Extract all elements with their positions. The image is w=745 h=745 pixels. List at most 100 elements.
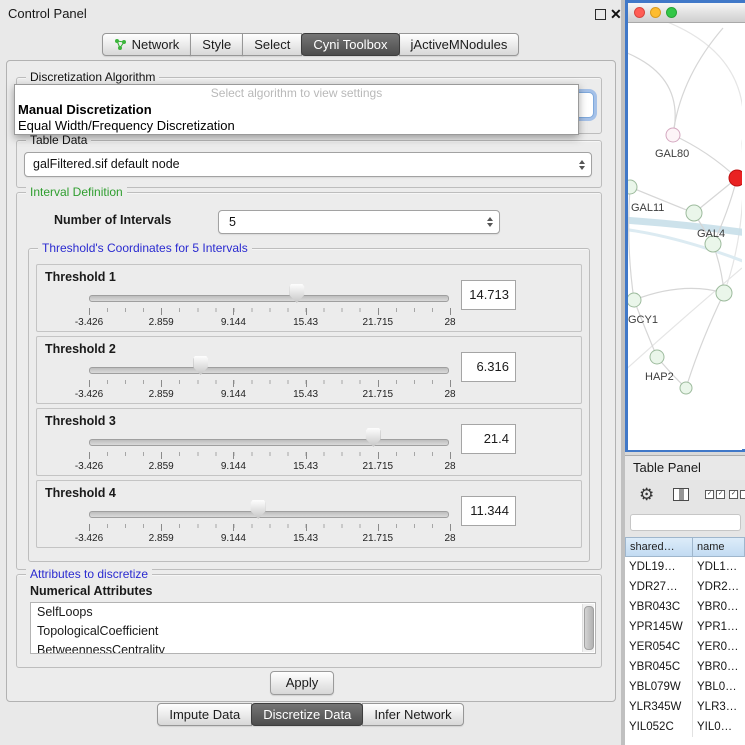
- threshold-4-slider[interactable]: [89, 497, 449, 521]
- table-row[interactable]: YPR145WYPR1…: [625, 617, 745, 637]
- network-node[interactable]: [680, 382, 692, 394]
- table-cell: YER054C: [625, 637, 693, 657]
- network-node-red[interactable]: [729, 170, 742, 186]
- table-cell: YBL079W: [625, 677, 693, 697]
- table-cell: YBL0…: [693, 677, 745, 697]
- network-node[interactable]: [650, 350, 664, 364]
- slider-thumb[interactable]: [289, 284, 304, 303]
- column-header-name[interactable]: name: [693, 537, 745, 557]
- tab-infer-network[interactable]: Infer Network: [362, 703, 463, 726]
- tab-discretize-data[interactable]: Discretize Data: [251, 703, 363, 726]
- tab-style[interactable]: Style: [190, 33, 243, 56]
- select-all-columns-icon[interactable]: [705, 490, 725, 499]
- tab-impute-data[interactable]: Impute Data: [157, 703, 252, 726]
- table-row[interactable]: YDL19…YDL1…: [625, 557, 745, 577]
- table-row[interactable]: YER054CYER0…: [625, 637, 745, 657]
- major-tick: [450, 524, 451, 531]
- slider-thumb[interactable]: [251, 500, 266, 519]
- gear-icon[interactable]: ⚙: [639, 482, 654, 508]
- close-panel-icon[interactable]: ✕: [610, 5, 622, 23]
- dropdown-option-manual-discretization[interactable]: Manual Discretization: [15, 102, 578, 118]
- thresholds-group-title: Threshold's Coordinates for 5 Intervals: [38, 241, 252, 255]
- slider-thumb[interactable]: [193, 356, 208, 375]
- tick-label: 9.144: [221, 533, 246, 544]
- network-node[interactable]: [628, 293, 641, 307]
- major-tick: [378, 524, 379, 531]
- table-row[interactable]: YLR345WYLR3…: [625, 697, 745, 717]
- slider-thumb[interactable]: [366, 428, 381, 447]
- numerical-attributes-label: Numerical Attributes: [30, 584, 152, 598]
- tick-label: 28: [444, 389, 455, 400]
- zoom-window-icon[interactable]: [666, 7, 677, 18]
- dropdown-option-equal-width-frequency[interactable]: Equal Width/Frequency Discretization: [15, 118, 578, 134]
- unselect-all-columns-icon[interactable]: [729, 490, 745, 499]
- major-tick: [161, 452, 162, 459]
- attribute-item[interactable]: SelfLoops: [31, 603, 595, 622]
- discretization-algorithm-title: Discretization Algorithm: [26, 70, 159, 84]
- table-row[interactable]: YDR27…YDR2…: [625, 577, 745, 597]
- threshold-4-value-field[interactable]: 11.344: [461, 496, 516, 526]
- table-cell: YBR045C: [625, 657, 693, 677]
- major-tick: [450, 308, 451, 315]
- scrollbar-thumb[interactable]: [584, 606, 594, 650]
- threshold-2-slider[interactable]: [89, 353, 449, 377]
- tab-network[interactable]: Network: [102, 33, 192, 56]
- numerical-attributes-list[interactable]: SelfLoopsTopologicalCoefficientBetweenne…: [30, 602, 596, 654]
- bottom-tabbar: Impute Data Discretize Data Infer Networ…: [0, 703, 621, 726]
- minimize-window-icon[interactable]: [650, 7, 661, 18]
- tab-select[interactable]: Select: [242, 33, 302, 56]
- major-tick: [161, 308, 162, 315]
- threshold-2-value-field[interactable]: 6.316: [461, 352, 516, 382]
- major-tick: [89, 524, 90, 531]
- table-row[interactable]: YBR043CYBR0…: [625, 597, 745, 617]
- tab-label: Infer Network: [374, 704, 451, 725]
- network-node[interactable]: [628, 180, 637, 194]
- tick-label: 2.859: [149, 461, 174, 472]
- table-row[interactable]: YBR045CYBR0…: [625, 657, 745, 677]
- intervals-select[interactable]: 5: [218, 210, 500, 234]
- tick-label: 21.715: [363, 317, 394, 328]
- attribute-item[interactable]: TopologicalCoefficient: [31, 622, 595, 641]
- table-data-title: Table Data: [26, 133, 91, 147]
- major-tick: [89, 380, 90, 387]
- table-cell: YLR345W: [625, 697, 693, 717]
- table-panel: ⚙ shared… name YDL19…YDL1…YDR27…YDR2…YBR…: [625, 480, 745, 745]
- network-node[interactable]: [716, 285, 732, 301]
- node-label: HAP2: [645, 371, 674, 383]
- columns-icon[interactable]: [673, 488, 689, 501]
- slider-ticks: [89, 380, 450, 387]
- network-node[interactable]: [666, 128, 680, 142]
- attribute-item[interactable]: BetweennessCentrality: [31, 641, 595, 654]
- top-tabbar: Network Style Select Cyni Toolbox jActiv…: [0, 33, 621, 56]
- node-label: GAL4: [697, 228, 725, 240]
- threshold-3-slider[interactable]: [89, 425, 449, 449]
- list-scrollbar[interactable]: [582, 604, 594, 652]
- tab-cyni-toolbox[interactable]: Cyni Toolbox: [301, 33, 399, 56]
- tick-label: 2.859: [149, 389, 174, 400]
- network-canvas[interactable]: GAL80 GAL11 GAL4 GCY1 HAP2: [628, 23, 742, 450]
- table-filter-field[interactable]: [630, 514, 741, 531]
- table-row[interactable]: YBL079WYBL0…: [625, 677, 745, 697]
- close-window-icon[interactable]: [634, 7, 645, 18]
- tab-jactivemnodules[interactable]: jActiveMNodules: [399, 33, 520, 56]
- tab-label: jActiveMNodules: [411, 34, 508, 55]
- apply-button[interactable]: Apply: [270, 671, 334, 695]
- float-panel-icon[interactable]: [595, 9, 606, 20]
- network-node[interactable]: [686, 205, 702, 221]
- table-rows: YDL19…YDL1…YDR27…YDR2…YBR043CYBR0…YPR145…: [625, 557, 745, 745]
- major-tick: [450, 452, 451, 459]
- interval-definition-title: Interval Definition: [26, 185, 127, 199]
- threshold-1-value-field[interactable]: 14.713: [461, 280, 516, 310]
- table-data-select[interactable]: galFiltered.sif default node: [24, 152, 592, 177]
- tick-label: 21.715: [363, 461, 394, 472]
- table-cell: YBR0…: [693, 597, 745, 617]
- column-header-shared-name[interactable]: shared…: [625, 537, 693, 557]
- slider-tick-labels: -3.4262.8599.14415.4321.71528: [89, 317, 450, 328]
- threshold-1-slider[interactable]: [89, 281, 449, 305]
- tick-label: 15.43: [293, 389, 318, 400]
- tab-label: Impute Data: [169, 704, 240, 725]
- network-view-window: GAL80 GAL11 GAL4 GCY1 HAP2: [625, 0, 745, 452]
- threshold-3-value-field[interactable]: 21.4: [461, 424, 516, 454]
- panel-titlebar: Control Panel ✕: [0, 0, 621, 27]
- table-row[interactable]: YIL052CYIL0…: [625, 717, 745, 737]
